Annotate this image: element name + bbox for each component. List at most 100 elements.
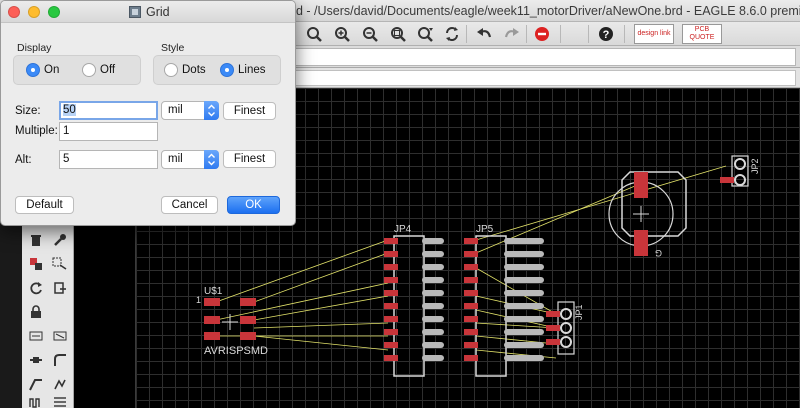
- airwire: [215, 239, 389, 303]
- design-link-icon[interactable]: design link: [634, 24, 674, 44]
- lock-icon[interactable]: [26, 302, 46, 322]
- alt-unit-select[interactable]: mil: [161, 150, 219, 169]
- default-label: Default: [26, 199, 63, 211]
- chevron-updown-icon: [204, 101, 219, 120]
- smash-icon[interactable]: [26, 350, 46, 370]
- u1-pin1-label: 1: [196, 295, 201, 305]
- component-pad: [634, 230, 648, 256]
- style-dots-radio[interactable]: [164, 63, 178, 77]
- jp4-outline: [393, 235, 425, 377]
- toolbar-separator: [624, 25, 625, 43]
- zoom-window-icon[interactable]: [48, 6, 60, 18]
- zoom-in-icon[interactable]: [332, 24, 352, 44]
- wrench-icon[interactable]: [50, 230, 70, 250]
- u1-label: U$1: [204, 286, 223, 297]
- cancel-label: Cancel: [171, 199, 208, 211]
- command-input[interactable]: [292, 70, 796, 86]
- style-lines-option[interactable]: Lines: [220, 63, 266, 77]
- close-window-icon[interactable]: [8, 6, 20, 18]
- mirror-icon[interactable]: [26, 254, 46, 274]
- display-off-radio[interactable]: [82, 63, 96, 77]
- size-finest-label: Finest: [233, 105, 266, 117]
- size-unit-select[interactable]: mil: [161, 101, 219, 120]
- display-group-label: Display: [17, 42, 52, 54]
- paste-icon[interactable]: [50, 278, 70, 298]
- panel-gap: [74, 226, 136, 408]
- jp1-label: JP1: [574, 304, 584, 320]
- rotate-icon[interactable]: [26, 278, 46, 298]
- command-line[interactable]: [292, 48, 796, 66]
- style-group-label: Style: [161, 42, 185, 54]
- display-off-option[interactable]: Off: [82, 63, 115, 77]
- multiple-value: 1: [63, 125, 70, 137]
- display-off-label: Off: [100, 64, 116, 76]
- jp1-pad: [546, 311, 560, 317]
- jp5-label: JP5: [476, 224, 494, 235]
- toolbar-separator: [526, 25, 527, 43]
- component-value-label: G: [655, 248, 662, 258]
- zoom-to-fit-icon[interactable]: [304, 24, 324, 44]
- zoom-to-selection-icon[interactable]: [416, 24, 436, 44]
- alt-input[interactable]: 5: [59, 150, 158, 169]
- zoom-select-icon[interactable]: [388, 24, 408, 44]
- svg-text:?: ?: [603, 29, 610, 41]
- style-lines-label: Lines: [238, 64, 266, 76]
- alt-label: Alt:: [15, 154, 32, 166]
- display-on-option[interactable]: On: [26, 63, 59, 77]
- toolbar-separator: [560, 25, 561, 43]
- cancel-button[interactable]: Cancel: [161, 196, 218, 214]
- airwire: [253, 295, 389, 321]
- name-icon[interactable]: [26, 326, 46, 346]
- multiple-input[interactable]: 1: [59, 122, 158, 141]
- zoom-out-icon[interactable]: [360, 24, 380, 44]
- jp2-header[interactable]: JP2: [720, 155, 760, 187]
- ok-button[interactable]: OK: [227, 196, 280, 214]
- command-toolbar: [22, 226, 74, 408]
- redraw-icon[interactable]: [442, 24, 462, 44]
- meander-icon[interactable]: [26, 392, 46, 408]
- jp1-pad: [546, 339, 560, 345]
- jp4-label: JP4: [394, 224, 412, 235]
- value-icon[interactable]: [50, 326, 70, 346]
- minimize-window-icon[interactable]: [28, 6, 40, 18]
- group-move-icon[interactable]: [50, 254, 70, 274]
- style-dots-option[interactable]: Dots: [164, 63, 206, 77]
- route-icon[interactable]: [50, 392, 70, 408]
- size-finest-button[interactable]: Finest: [223, 102, 276, 120]
- split-icon[interactable]: [26, 374, 46, 394]
- stop-icon[interactable]: [532, 24, 552, 44]
- alt-finest-button[interactable]: Finest: [223, 150, 276, 168]
- multiple-label: Multiple:: [15, 125, 58, 137]
- toolbar-separator: [588, 25, 589, 43]
- size-input[interactable]: 50: [59, 101, 158, 120]
- jp1-pin: [560, 336, 572, 348]
- pcb-quote-icon[interactable]: PCB QUOTE: [682, 24, 722, 44]
- undo-icon[interactable]: [474, 24, 494, 44]
- delete-icon[interactable]: [26, 230, 46, 250]
- optimize-icon[interactable]: [50, 374, 70, 394]
- display-on-label: On: [44, 64, 60, 76]
- dialog-titlebar: Grid: [1, 1, 295, 23]
- left-margin: [0, 226, 22, 408]
- style-dots-label: Dots: [182, 64, 206, 76]
- alt-value: 5: [63, 153, 70, 165]
- jp4-header[interactable]: JP4: [384, 224, 444, 377]
- ok-label: OK: [245, 199, 262, 211]
- jp2-label: JP2: [750, 158, 760, 174]
- redo-icon[interactable]: [502, 24, 522, 44]
- design-link-label: design link: [637, 30, 671, 37]
- help-icon[interactable]: ?: [596, 24, 616, 44]
- pcb-quote-label: PCB QUOTE: [689, 26, 715, 41]
- size-unit-value: mil: [168, 104, 183, 116]
- style-lines-radio[interactable]: [220, 63, 234, 77]
- size-label: Size:: [15, 105, 41, 117]
- miter-icon[interactable]: [50, 350, 70, 370]
- jp1-header[interactable]: JP1: [546, 301, 584, 355]
- jp1-pad: [546, 325, 560, 331]
- airwire: [475, 165, 727, 241]
- display-group: On Off: [13, 55, 141, 85]
- default-button[interactable]: Default: [15, 196, 74, 214]
- round-component[interactable]: G: [608, 171, 687, 258]
- component-pad: [634, 172, 648, 198]
- display-on-radio[interactable]: [26, 63, 40, 77]
